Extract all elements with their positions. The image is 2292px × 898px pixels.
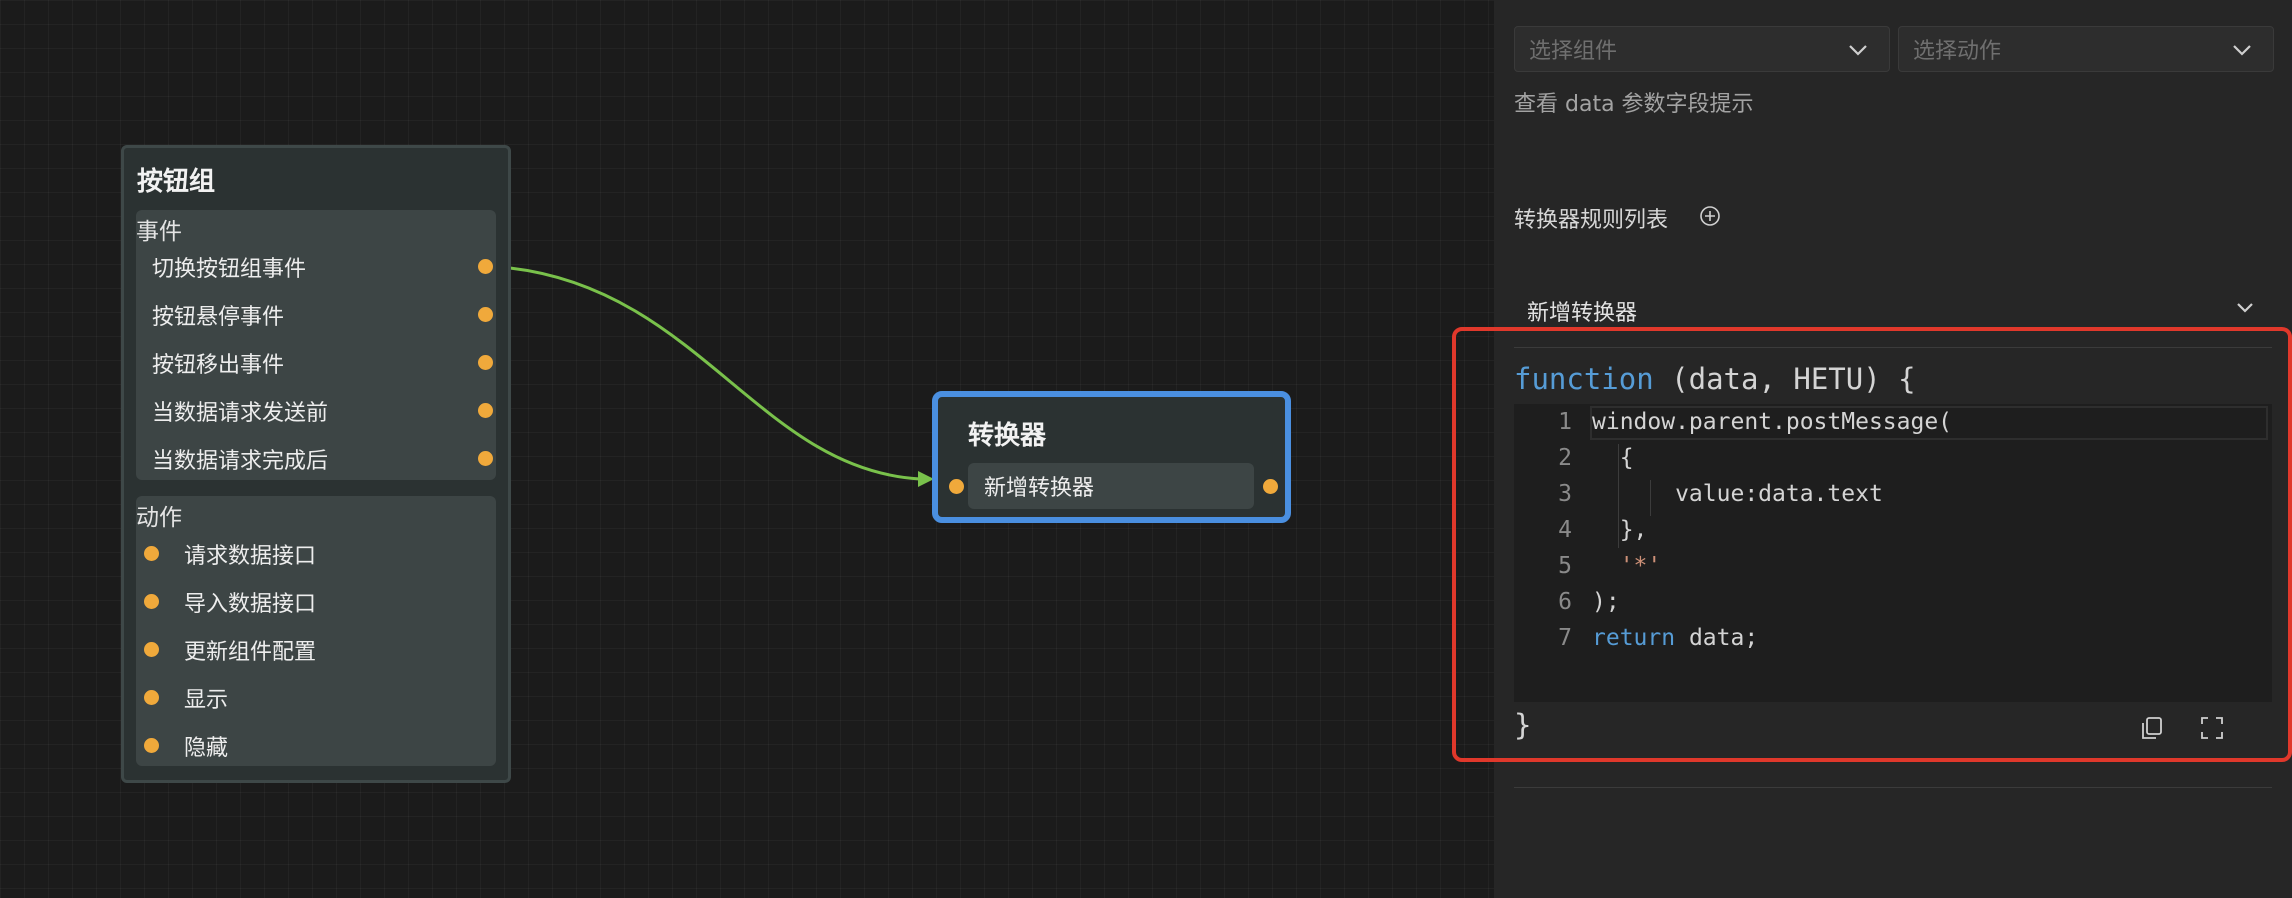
flow-canvas[interactable]: 按钮组 事件 切换按钮组事件 按钮悬停事件 按钮移出事件 当数据请求发送前 当数… xyxy=(0,0,1494,898)
input-port[interactable] xyxy=(144,642,159,657)
input-port[interactable] xyxy=(144,738,159,753)
converter-item-label: 新增转换器 xyxy=(984,476,1095,501)
input-port[interactable] xyxy=(144,546,159,561)
events-label: 事件 xyxy=(136,219,182,245)
add-circle-icon[interactable] xyxy=(1699,205,1721,227)
function-signature: function (data, HETU) { xyxy=(1514,362,1916,396)
divider xyxy=(1514,787,2272,788)
event-label: 按钮移出事件 xyxy=(152,353,285,378)
output-port[interactable] xyxy=(478,451,493,466)
connection-edge[interactable] xyxy=(509,266,921,481)
chevron-down-icon xyxy=(2233,45,2251,56)
event-label: 当数据请求发送前 xyxy=(152,401,329,426)
action-label: 隐藏 xyxy=(184,736,229,761)
event-row[interactable]: 当数据请求完成后 xyxy=(152,439,493,479)
output-port[interactable] xyxy=(478,403,493,418)
action-row[interactable]: 隐藏 xyxy=(136,726,476,766)
output-port[interactable] xyxy=(478,259,493,274)
app-root: 按钮组 事件 切换按钮组事件 按钮悬停事件 按钮移出事件 当数据请求发送前 当数… xyxy=(0,0,2292,898)
line-number: 3 xyxy=(1558,481,1572,507)
event-row[interactable]: 切换按钮组事件 xyxy=(152,247,493,287)
output-port[interactable] xyxy=(1263,479,1278,494)
code-line[interactable]: '*' xyxy=(1592,548,1662,584)
component-select-placeholder: 选择组件 xyxy=(1529,39,1618,64)
chevron-down-icon xyxy=(1849,45,1867,56)
event-label: 切换按钮组事件 xyxy=(152,257,307,282)
action-label: 更新组件配置 xyxy=(184,640,317,665)
code-line[interactable]: window.parent.postMessage( xyxy=(1592,404,1952,440)
actions-group: 动作 请求数据接口 导入数据接口 更新组件配置 显示 隐藏 xyxy=(136,496,496,766)
action-label: 导入数据接口 xyxy=(184,592,317,617)
action-row[interactable]: 显示 xyxy=(136,678,476,718)
action-select[interactable]: 选择动作 xyxy=(1898,26,2274,72)
converter-item[interactable]: 新增转换器 xyxy=(968,463,1254,509)
line-number: 5 xyxy=(1558,553,1572,579)
function-keyword: function xyxy=(1514,362,1654,396)
code-editor[interactable]: 1 window.parent.postMessage( 2 { 3 value… xyxy=(1514,404,2272,702)
events-group: 事件 切换按钮组事件 按钮悬停事件 按钮移出事件 当数据请求发送前 当数据请求完… xyxy=(136,210,496,480)
line-number: 6 xyxy=(1558,589,1572,615)
chevron-down-icon[interactable] xyxy=(2234,296,2256,318)
code-text: data; xyxy=(1675,625,1759,651)
button-group-node[interactable]: 按钮组 事件 切换按钮组事件 按钮悬停事件 按钮移出事件 当数据请求发送前 当数… xyxy=(121,145,511,783)
line-number: 1 xyxy=(1558,409,1572,435)
action-row[interactable]: 导入数据接口 xyxy=(136,582,476,622)
action-row[interactable]: 请求数据接口 xyxy=(136,534,476,574)
node-title: 按钮组 xyxy=(137,167,216,197)
code-line[interactable]: ); xyxy=(1592,584,1620,620)
input-port[interactable] xyxy=(144,594,159,609)
code-line[interactable]: value:data.text xyxy=(1592,476,1883,512)
event-row[interactable]: 按钮悬停事件 xyxy=(152,295,493,335)
actions-label: 动作 xyxy=(136,505,182,531)
output-port[interactable] xyxy=(478,307,493,322)
action-row[interactable]: 更新组件配置 xyxy=(136,630,476,670)
action-label: 显示 xyxy=(184,688,229,713)
line-number: 4 xyxy=(1558,517,1572,543)
code-line[interactable]: { xyxy=(1592,440,1634,476)
output-port[interactable] xyxy=(478,355,493,370)
action-select-placeholder: 选择动作 xyxy=(1913,39,2002,64)
code-line[interactable]: return data; xyxy=(1592,620,1758,656)
function-params: (data, HETU) { xyxy=(1653,362,1916,396)
event-label: 当数据请求完成后 xyxy=(152,449,329,474)
copy-icon[interactable] xyxy=(2138,714,2166,742)
line-number: 2 xyxy=(1558,445,1572,471)
data-hint-link[interactable]: 查看 data 参数字段提示 xyxy=(1514,86,1754,118)
return-keyword: return xyxy=(1592,625,1676,651)
function-closing-brace: } xyxy=(1514,708,1532,742)
converter-rule-title[interactable]: 新增转换器 xyxy=(1527,295,1637,327)
converter-rules-title: 转换器规则列表 xyxy=(1514,208,1669,233)
code-line[interactable]: }, xyxy=(1592,512,1648,548)
converter-node[interactable]: 转换器 新增转换器 xyxy=(932,391,1291,523)
component-select[interactable]: 选择组件 xyxy=(1514,26,1890,72)
divider xyxy=(1514,347,2272,348)
event-row[interactable]: 按钮移出事件 xyxy=(152,343,493,383)
event-label: 按钮悬停事件 xyxy=(152,305,285,330)
input-port[interactable] xyxy=(144,690,159,705)
node-title: 转换器 xyxy=(968,421,1047,451)
action-label: 请求数据接口 xyxy=(184,544,317,569)
input-port[interactable] xyxy=(949,479,964,494)
line-number: 7 xyxy=(1558,625,1572,651)
fullscreen-icon[interactable] xyxy=(2198,714,2226,742)
event-row[interactable]: 当数据请求发送前 xyxy=(152,391,493,431)
